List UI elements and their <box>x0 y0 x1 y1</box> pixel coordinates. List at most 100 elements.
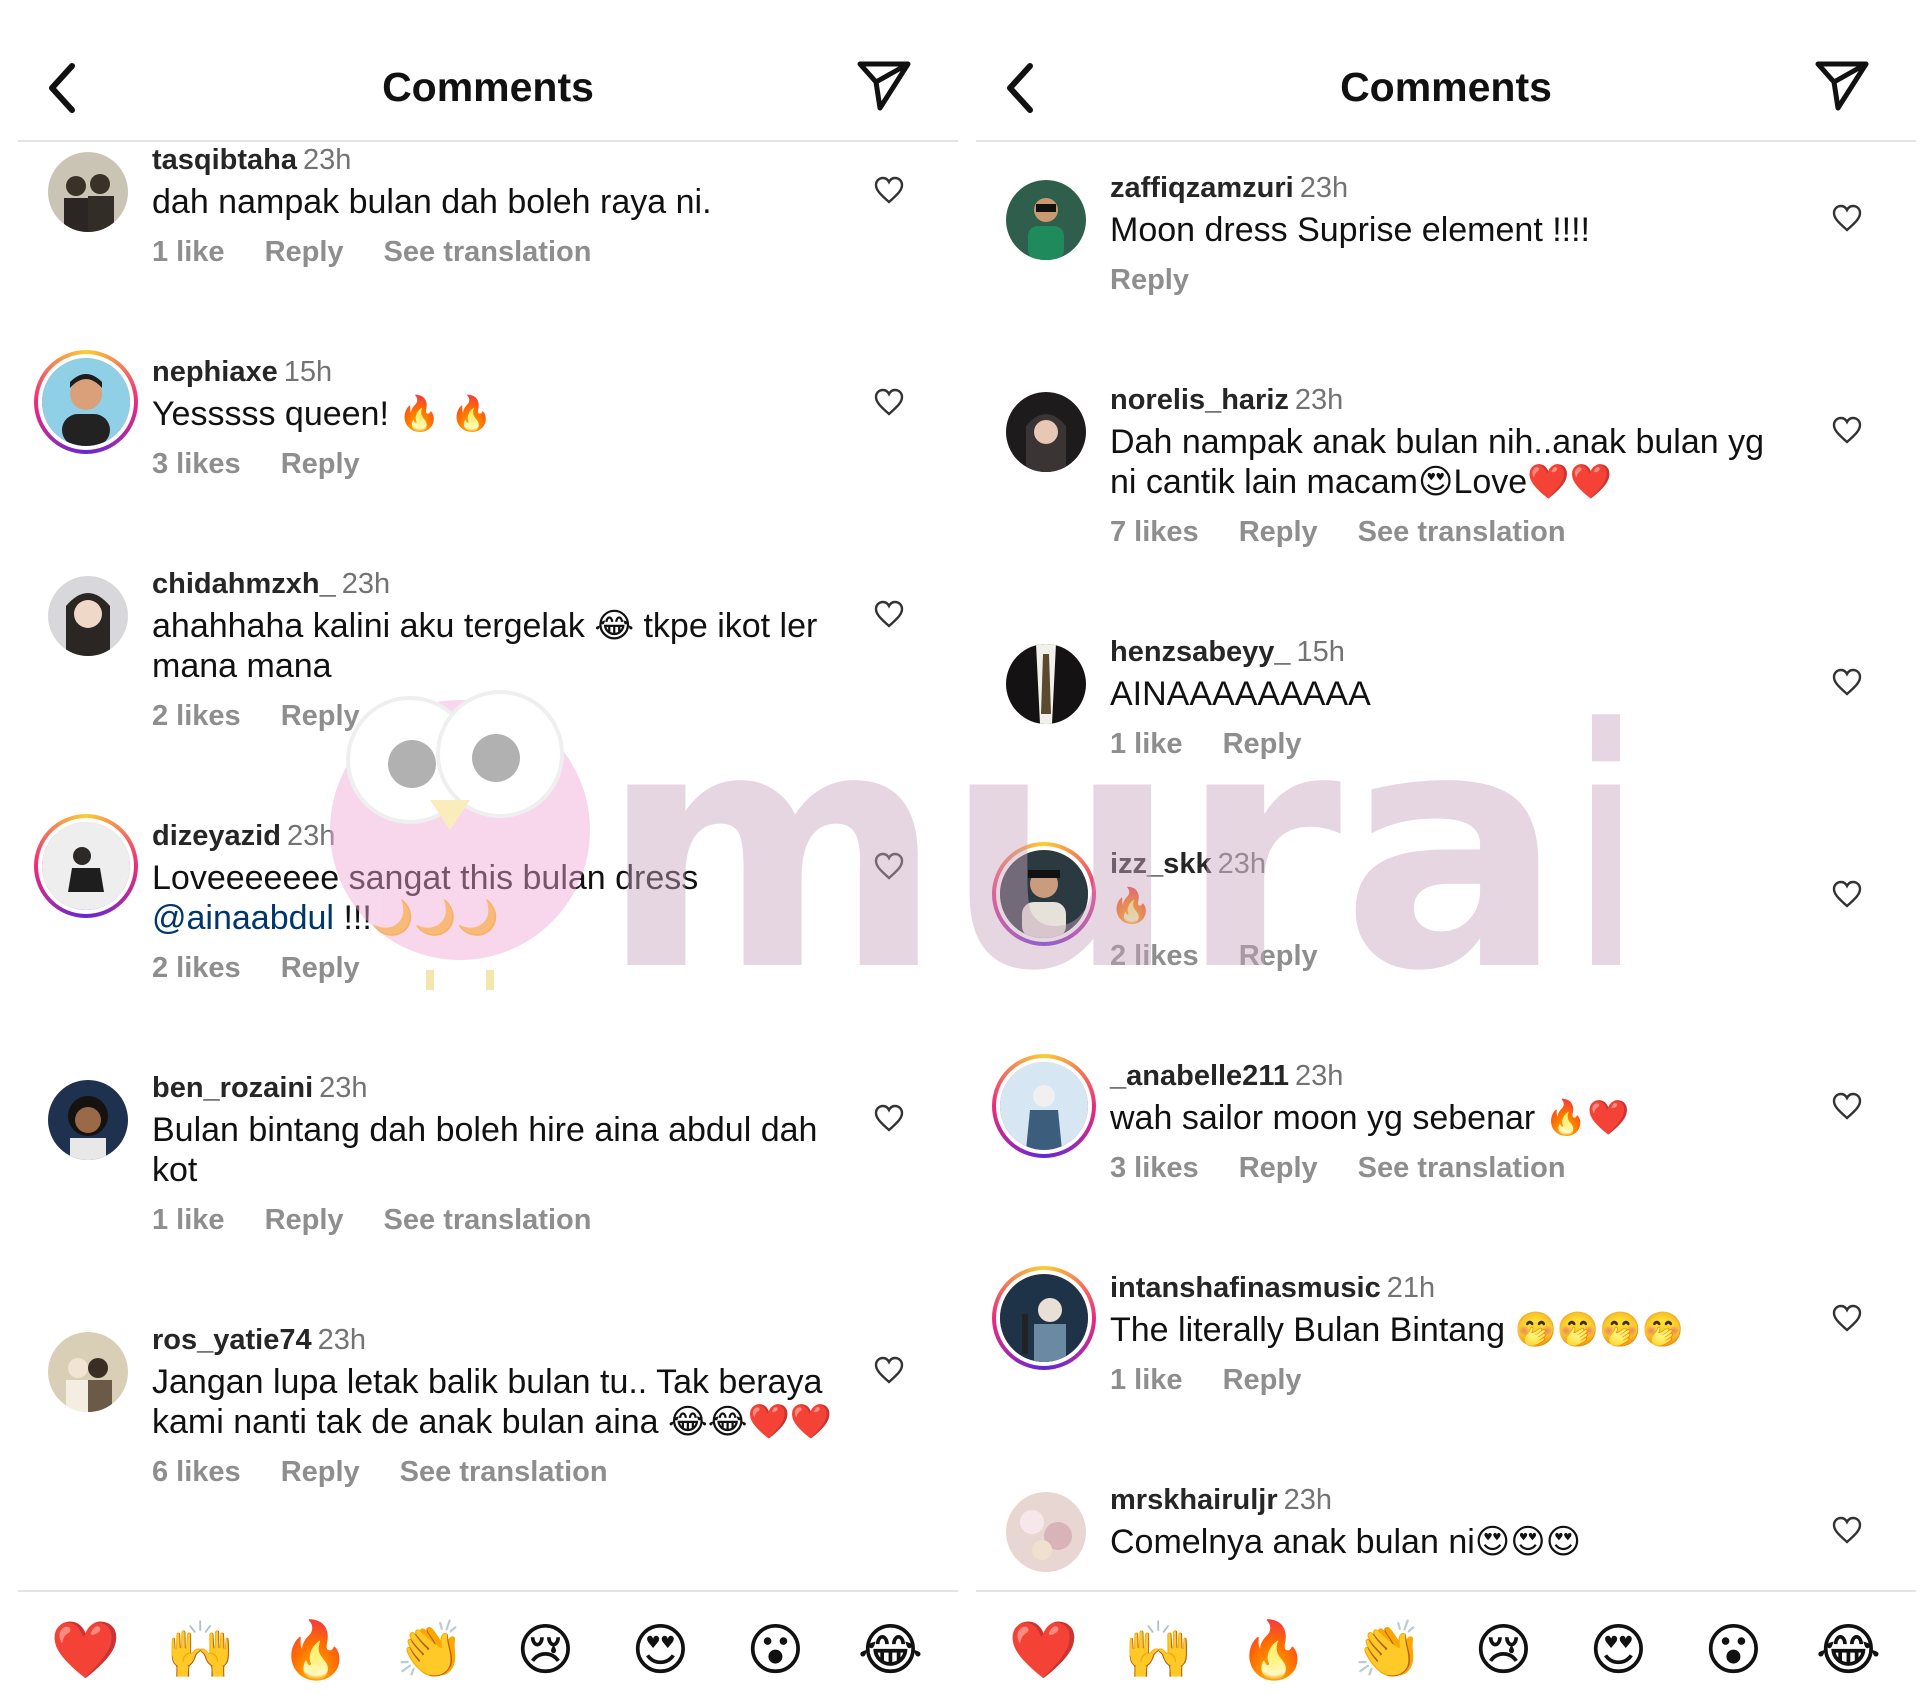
heart-icon[interactable] <box>874 1356 904 1384</box>
reply-button[interactable]: Reply <box>1110 264 1189 296</box>
see-translation-button[interactable]: See translation <box>384 236 592 268</box>
send-icon[interactable] <box>1812 58 1872 114</box>
avatar[interactable] <box>48 1332 140 1424</box>
reply-button[interactable]: Reply <box>1223 1364 1302 1396</box>
comment-username[interactable]: intanshafinasmusic <box>1110 1272 1381 1304</box>
red-heart-emoji-button[interactable]: ❤️ <box>48 1612 124 1688</box>
right-comments-screen: Comments zaffiqzamzuri 23h Moon dress Sup… <box>976 0 1916 1708</box>
crying-face-emoji-button[interactable]: 😢 <box>1466 1612 1542 1688</box>
like-count[interactable]: 2 likes <box>152 700 241 732</box>
tears-of-joy-emoji-button[interactable]: 😂 <box>1811 1612 1887 1688</box>
avatar-photo-icon <box>42 358 130 446</box>
comment-username[interactable]: zaffiqzamzuri <box>1110 172 1294 204</box>
comment-username[interactable]: izz_skk <box>1110 848 1212 880</box>
heart-icon[interactable] <box>874 1104 904 1132</box>
like-count[interactable]: 7 likes <box>1110 516 1199 548</box>
comment-item: ros_yatie74 23h Jangan lupa letak balik b… <box>18 1322 958 1590</box>
emoji-reaction-bar: ❤️ 🙌 🔥 👏 😢 😍 😮 😂 <box>976 1590 1916 1708</box>
comment-username[interactable]: _anabelle211 <box>1110 1060 1289 1092</box>
like-count[interactable]: 1 like <box>1110 1364 1183 1396</box>
avatar[interactable] <box>992 1266 1096 1370</box>
like-count[interactable]: 3 likes <box>152 448 241 480</box>
heart-icon[interactable] <box>1832 880 1862 908</box>
heart-icon[interactable] <box>1832 1092 1862 1120</box>
comment-timestamp: 23h <box>286 820 336 852</box>
like-count[interactable]: 1 like <box>1110 728 1183 760</box>
avatar[interactable] <box>1006 392 1098 484</box>
heart-icon[interactable] <box>874 176 904 204</box>
send-icon[interactable] <box>854 58 914 114</box>
heart-eyes-emoji-button[interactable]: 😍 <box>1581 1612 1657 1688</box>
avatar[interactable] <box>34 814 138 918</box>
heart-eyes-emoji-button[interactable]: 😍 <box>623 1612 699 1688</box>
reply-button[interactable]: Reply <box>1239 940 1318 972</box>
raising-hands-emoji-button[interactable]: 🙌 <box>163 1612 239 1688</box>
avatar[interactable] <box>48 1080 140 1172</box>
like-count[interactable]: 1 like <box>152 1204 225 1236</box>
comment-username[interactable]: dizeyazid <box>152 820 281 852</box>
reply-button[interactable]: Reply <box>265 236 344 268</box>
crying-face-emoji-button[interactable]: 😢 <box>508 1612 584 1688</box>
avatar[interactable] <box>48 576 140 668</box>
see-translation-button[interactable]: See translation <box>1358 516 1566 548</box>
comment-username[interactable]: ben_rozaini <box>152 1072 313 1104</box>
avatar[interactable] <box>48 152 140 244</box>
comment-username[interactable]: norelis_hariz <box>1110 384 1289 416</box>
surprised-face-emoji-button[interactable]: 😮 <box>1696 1612 1772 1688</box>
mention-link[interactable]: @ainaabdul <box>152 899 334 937</box>
comment-item: mrskhairuljr 23h Comelnya anak bulan ni😍😍… <box>976 1482 1916 1590</box>
raising-hands-emoji-button[interactable]: 🙌 <box>1121 1612 1197 1688</box>
like-count[interactable]: 1 like <box>152 236 225 268</box>
comment-text: AINAAAAAAAAA <box>1110 675 1371 713</box>
avatar[interactable] <box>992 1054 1096 1158</box>
reply-button[interactable]: Reply <box>281 1456 360 1488</box>
comment-username[interactable]: henzsabeyy_ <box>1110 636 1291 668</box>
like-count[interactable]: 6 likes <box>152 1456 241 1488</box>
reply-button[interactable]: Reply <box>281 448 360 480</box>
comment-username[interactable]: mrskhairuljr <box>1110 1484 1278 1516</box>
comment-username[interactable]: ros_yatie74 <box>152 1324 312 1356</box>
heart-icon[interactable] <box>874 852 904 880</box>
like-count[interactable]: 2 likes <box>152 952 241 984</box>
tears-of-joy-emoji-button[interactable]: 😂 <box>853 1612 929 1688</box>
heart-icon[interactable] <box>874 600 904 628</box>
comment-timestamp: 23h <box>319 1072 368 1104</box>
comment-text: Dah nampak anak bulan nih..anak bulan yg… <box>1110 423 1765 501</box>
heart-icon[interactable] <box>1832 668 1862 696</box>
clapping-hands-emoji-button[interactable]: 👏 <box>1351 1612 1427 1688</box>
comment-text: Bulan bintang dah boleh hire aina abdul … <box>152 1111 818 1189</box>
heart-icon[interactable] <box>1832 1516 1862 1544</box>
avatar[interactable] <box>1006 1492 1098 1584</box>
reply-button[interactable]: Reply <box>281 700 360 732</box>
header: Comments <box>18 0 958 142</box>
avatar[interactable] <box>992 842 1096 946</box>
comment-text: Moon dress Suprise element !!!! <box>1110 211 1591 249</box>
comment-username[interactable]: nephiaxe <box>152 356 278 388</box>
fire-emoji-button[interactable]: 🔥 <box>278 1612 354 1688</box>
avatar[interactable] <box>1006 180 1098 272</box>
heart-icon[interactable] <box>1832 204 1862 232</box>
see-translation-button[interactable]: See translation <box>384 1204 592 1236</box>
reply-button[interactable]: Reply <box>1223 728 1302 760</box>
like-count[interactable]: 3 likes <box>1110 1152 1199 1184</box>
reply-button[interactable]: Reply <box>265 1204 344 1236</box>
comment-username[interactable]: chidahmzxh_ <box>152 568 336 600</box>
see-translation-button[interactable]: See translation <box>1358 1152 1566 1184</box>
reply-button[interactable]: Reply <box>1239 1152 1318 1184</box>
comment-text: wah sailor moon yg sebenar 🔥❤️ <box>1110 1099 1630 1137</box>
avatar[interactable] <box>1006 644 1098 736</box>
surprised-face-emoji-button[interactable]: 😮 <box>738 1612 814 1688</box>
reply-button[interactable]: Reply <box>1239 516 1318 548</box>
clapping-hands-emoji-button[interactable]: 👏 <box>393 1612 469 1688</box>
red-heart-emoji-button[interactable]: ❤️ <box>1006 1612 1082 1688</box>
heart-icon[interactable] <box>874 388 904 416</box>
fire-emoji-button[interactable]: 🔥 <box>1236 1612 1312 1688</box>
avatar[interactable] <box>34 350 138 454</box>
see-translation-button[interactable]: See translation <box>400 1456 608 1488</box>
like-count[interactable]: 2 likes <box>1110 940 1199 972</box>
reply-button[interactable]: Reply <box>281 952 360 984</box>
heart-icon[interactable] <box>1832 416 1862 444</box>
comment-item: izz_skk 23h 🔥 2 likes Reply <box>976 842 1916 1046</box>
comment-username[interactable]: tasqibtaha <box>152 144 297 176</box>
heart-icon[interactable] <box>1832 1304 1862 1332</box>
